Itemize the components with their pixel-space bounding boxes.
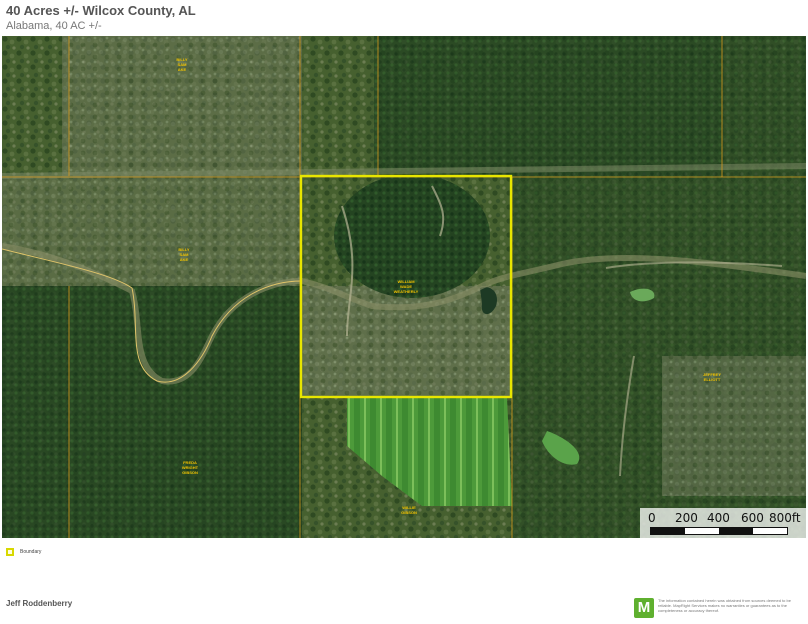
owner-label: WILLIAM WADE WEATHERLY [393,279,419,294]
boundary-swatch-icon [6,548,14,556]
hardwood-area [302,286,512,396]
map-subtitle: Alabama, 40 AC +/- [6,20,102,32]
scale-label: 600 [741,511,764,525]
scale-label: 400 [707,511,730,525]
scale-label: 800ft [769,511,801,525]
owner-label: BILLY SAM AKE [176,57,188,72]
hardwood-area [2,176,302,286]
pine-stand [2,286,302,538]
prepared-by: Jeff Roddenberry [6,599,73,608]
scale-label: 200 [675,511,698,525]
mapright-logo-icon: M [634,598,654,618]
scale-track [650,527,788,535]
legend-label: Boundary [20,549,42,555]
hardwood-area [662,356,806,496]
pine-stand [374,36,722,176]
aerial-map[interactable]: BILLY SAM AKE BILLY SAM AKE WILLIAM WADE… [2,36,806,538]
owner-label: FREDA WRIGHT GIBSON [181,460,199,475]
pine-stand [722,36,806,176]
map-title: 40 Acres +/- Wilcox County, AL [6,3,196,18]
owner-label: BILLY SAM AKE [178,247,190,262]
disclaimer-text: The information contained herein was obt… [658,598,791,613]
map-legend: Boundary [6,548,41,556]
scale-bar: 0 200 400 600 800ft [640,508,806,538]
owner-label: WILLIE GIBSON [401,505,417,515]
scale-label: 0 [648,511,656,525]
owner-label: JEFFREY ELLIOTT [702,372,721,382]
